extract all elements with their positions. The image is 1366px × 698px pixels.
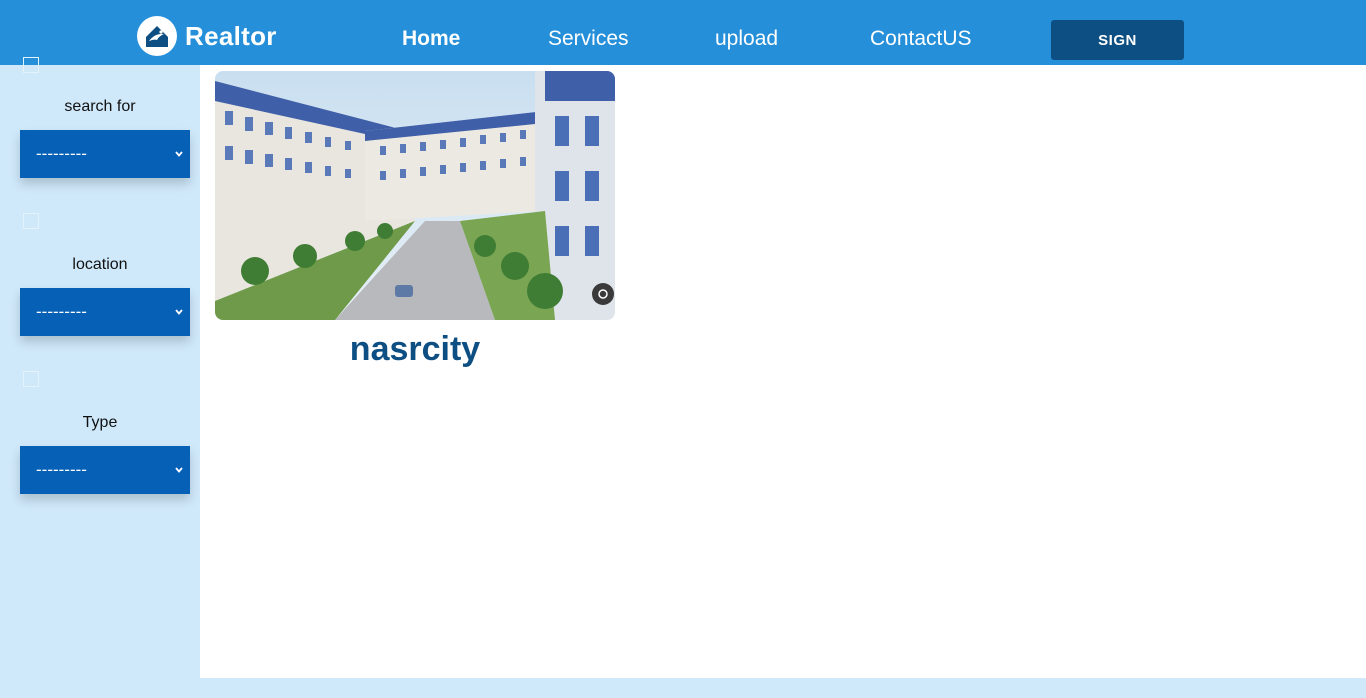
- chevron-down-icon: [175, 151, 183, 157]
- nav-contact-link[interactable]: ContactUS: [870, 27, 972, 51]
- search-for-select-value: ---------: [36, 144, 87, 163]
- chevron-down-icon: [175, 467, 183, 473]
- type-select[interactable]: ---------: [20, 446, 190, 494]
- filter-label-type: Type: [82, 414, 118, 431]
- type-select-value: ---------: [36, 460, 87, 479]
- location-select-value: ---------: [36, 302, 87, 321]
- listings-area: nasrcity: [200, 65, 1366, 678]
- filter-checkbox-search[interactable]: [23, 57, 39, 73]
- listing-card[interactable]: nasrcity: [215, 71, 615, 369]
- house-bird-logo-icon: [137, 16, 177, 56]
- page-footer-strip: [0, 678, 1366, 698]
- filter-sidebar: search for --------- location --------- …: [0, 57, 200, 678]
- apartment-complex-photo[interactable]: [215, 71, 615, 320]
- nav-services-link[interactable]: Services: [548, 27, 629, 51]
- brand[interactable]: Realtor: [137, 16, 277, 56]
- nav-upload-link[interactable]: upload: [715, 27, 778, 51]
- chevron-down-icon: [175, 309, 183, 315]
- top-navbar: Realtor Home Services upload ContactUS S…: [0, 0, 1366, 65]
- brand-name: Realtor: [185, 20, 277, 51]
- filter-checkbox-type[interactable]: [23, 371, 39, 387]
- filter-checkbox-location[interactable]: [23, 213, 39, 229]
- location-select[interactable]: ---------: [20, 288, 190, 336]
- filter-label-location: location: [72, 256, 128, 273]
- listing-title[interactable]: nasrcity: [215, 330, 615, 369]
- search-for-select[interactable]: ---------: [20, 130, 190, 178]
- sign-button[interactable]: SIGN: [1051, 20, 1184, 60]
- filter-label-search: search for: [64, 98, 136, 115]
- nav-home-link[interactable]: Home: [402, 27, 460, 51]
